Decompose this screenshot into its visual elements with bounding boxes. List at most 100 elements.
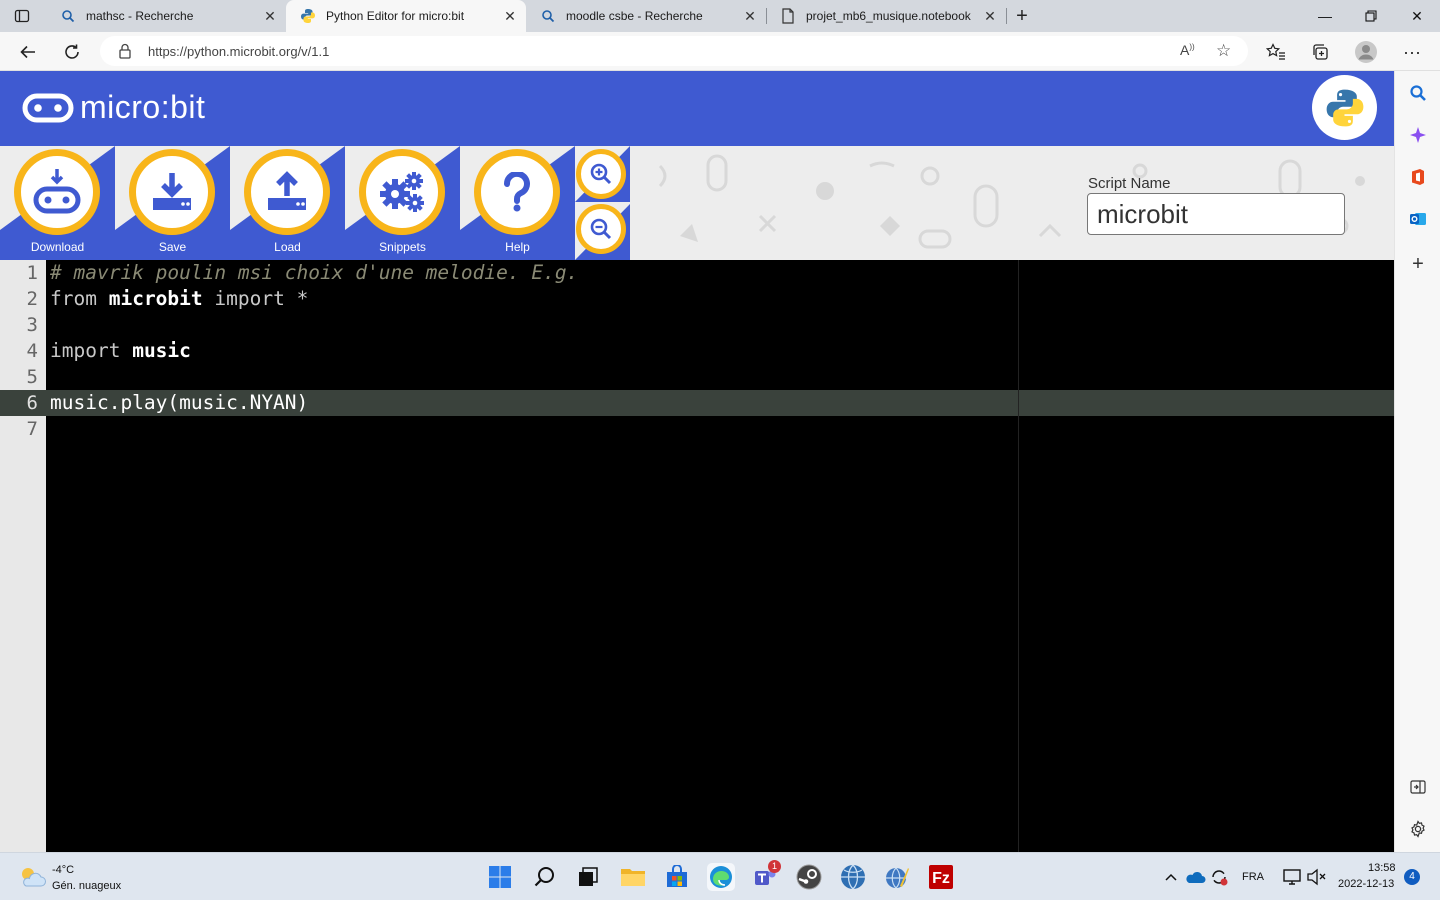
tab-python-editor[interactable]: Python Editor for micro:bit ✕ (286, 0, 526, 32)
add-sidebar-app-icon[interactable]: + (1407, 253, 1429, 275)
minimize-icon[interactable]: — (1302, 0, 1348, 32)
svg-text:Fz: Fz (932, 870, 950, 887)
start-windows-icon[interactable] (486, 863, 514, 891)
edge-browser-icon[interactable] (707, 863, 735, 891)
edge-sidebar: + (1394, 71, 1440, 852)
search-icon[interactable] (1407, 82, 1429, 104)
save-label: Save (158, 240, 187, 254)
outlook-icon[interactable] (1407, 208, 1429, 230)
back-icon[interactable] (12, 36, 44, 68)
code-line-1[interactable]: # mavrik poulin msi choix d'une melodie.… (50, 261, 578, 284)
windows-taskbar: -4°C Gén. nuageux 1 Fz FRA 13:58 2022-12… (0, 852, 1440, 900)
close-icon[interactable]: ✕ (260, 8, 280, 25)
code-statement: music.play(music.NYAN) (50, 391, 309, 414)
cloudy-weather-icon (22, 868, 46, 887)
clock-time[interactable]: 13:58 (1368, 862, 1396, 874)
weather-widget[interactable]: -4°C Gén. nuageux (16, 861, 146, 895)
question-mark-icon (503, 172, 530, 212)
refresh-icon[interactable] (56, 36, 88, 68)
more-menu-icon[interactable]: ··· (1396, 36, 1428, 68)
read-aloud-icon[interactable]: A)) (1180, 42, 1195, 58)
script-name-label: Script Name (1088, 175, 1171, 192)
hide-sidebar-icon[interactable] (1407, 776, 1429, 798)
code-line-2[interactable]: from microbit import * (50, 287, 308, 310)
browser-tab-strip: mathsc - Recherche ✕ Python Editor for m… (0, 0, 1440, 32)
download-button[interactable]: Download (0, 146, 115, 260)
tab-notebook[interactable]: projet_mb6_musique.notebook ✕ (766, 0, 1006, 32)
tab-title: Python Editor for micro:bit (326, 9, 465, 23)
filezilla-icon[interactable]: Fz (927, 863, 955, 891)
new-tab-icon[interactable]: + (1012, 6, 1032, 26)
microbit-logo-text: micro:bit (80, 89, 206, 125)
profile-avatar[interactable] (1350, 36, 1382, 68)
tab-title: mathsc - Recherche (86, 9, 194, 23)
tab-title: moodle csbe - Recherche (566, 9, 703, 23)
close-window-icon[interactable]: ✕ (1394, 0, 1440, 32)
search-icon[interactable] (531, 863, 559, 891)
load-button[interactable]: Load (230, 146, 345, 260)
sync-icon[interactable] (1205, 863, 1233, 891)
volume-muted-icon[interactable] (1302, 863, 1330, 891)
microbit-logo[interactable]: micro:bit (22, 89, 205, 126)
document-icon (780, 8, 796, 24)
close-icon[interactable]: ✕ (500, 8, 520, 25)
code-line-6[interactable]: music.play(music.NYAN) (50, 391, 308, 414)
favorites-icon[interactable] (1260, 36, 1292, 68)
url-field[interactable]: https://python.microbit.org/v/1.1 A)) ☆ (100, 36, 1248, 66)
line-number: 7 (26, 418, 38, 440)
discover-icon[interactable] (1407, 124, 1429, 146)
zoom-out-icon (590, 218, 612, 240)
tab-separator (1006, 8, 1007, 24)
python-logo (1312, 75, 1377, 140)
notification-count-badge[interactable]: 4 (1404, 869, 1420, 885)
lock-icon[interactable] (118, 43, 132, 64)
help-circle[interactable] (474, 149, 560, 235)
restore-icon[interactable] (1348, 0, 1394, 32)
tab-moodle[interactable]: moodle csbe - Recherche ✕ (526, 0, 766, 32)
collections-icon[interactable] (1304, 36, 1336, 68)
download-circle[interactable] (14, 149, 100, 235)
help-button[interactable]: Help (460, 146, 575, 260)
office-icon[interactable] (1407, 166, 1429, 188)
tab-actions-icon[interactable] (14, 8, 30, 24)
save-circle[interactable] (129, 149, 215, 235)
clock-date[interactable]: 2022-12-13 (1338, 878, 1394, 890)
code-editor[interactable]: 1 2 3 4 5 6 7 # mavrik poulin msi choix … (0, 260, 1394, 852)
load-label: Load (274, 240, 301, 254)
line-number: 3 (26, 314, 38, 336)
code-operator: * (296, 287, 309, 310)
task-view-icon[interactable] (574, 863, 602, 891)
zoom-out-button[interactable] (576, 204, 626, 254)
add-favorite-icon[interactable]: ☆ (1216, 41, 1231, 61)
save-button[interactable]: Save (115, 146, 230, 260)
teams-icon[interactable]: 1 (751, 860, 781, 891)
globe-app-icon[interactable] (839, 863, 867, 891)
code-module: microbit (108, 287, 203, 310)
tab-mathsc[interactable]: mathsc - Recherche ✕ (46, 0, 286, 32)
globe-pen-app-icon[interactable] (883, 863, 911, 891)
line-number: 2 (26, 288, 38, 310)
code-keyword: import (50, 339, 121, 362)
save-download-icon (153, 173, 191, 210)
python-icon (300, 8, 316, 24)
zoom-in-button[interactable] (576, 149, 626, 199)
store-icon[interactable] (663, 863, 691, 891)
url-text: https://python.microbit.org/v/1.1 (148, 43, 330, 59)
snippets-button[interactable]: Snippets (345, 146, 460, 260)
input-language[interactable]: FRA (1242, 871, 1264, 883)
code-line-4[interactable]: import music (50, 339, 191, 362)
steam-icon[interactable] (795, 863, 823, 891)
file-explorer-icon[interactable] (619, 863, 647, 891)
close-icon[interactable]: ✕ (980, 8, 1000, 25)
close-icon[interactable]: ✕ (740, 8, 760, 25)
zoom-in-icon (590, 163, 612, 185)
load-circle[interactable] (244, 149, 330, 235)
tab-title: projet_mb6_musique.notebook (806, 9, 971, 23)
settings-gear-icon[interactable] (1407, 818, 1429, 840)
code-comment: # mavrik poulin msi choix d'une melodie.… (50, 261, 579, 284)
snippets-circle[interactable] (359, 149, 445, 235)
script-name-input[interactable] (1087, 193, 1345, 235)
line-number: 1 (26, 262, 38, 284)
gears-icon (380, 172, 424, 212)
print-margin (1018, 260, 1019, 852)
